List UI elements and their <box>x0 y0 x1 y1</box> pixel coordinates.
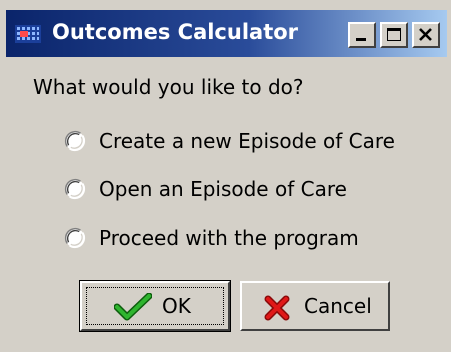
cancel-button-label: Cancel <box>304 294 372 318</box>
ok-button-label: OK <box>162 294 191 318</box>
focus-indicator <box>86 287 224 325</box>
maximize-button[interactable] <box>380 22 408 48</box>
ok-button[interactable]: OK <box>79 280 231 332</box>
minimize-icon <box>356 38 366 41</box>
close-button[interactable] <box>412 22 440 48</box>
option-label: Proceed with the program <box>99 226 359 250</box>
close-icon <box>419 28 432 41</box>
outcomes-calculator-window: Outcomes Calculator What would you like … <box>0 0 451 352</box>
radio-button-icon <box>64 227 86 249</box>
dialog-prompt: What would you like to do? <box>33 75 304 99</box>
radio-button-icon <box>64 178 86 200</box>
option-label: Open an Episode of Care <box>99 177 347 201</box>
window-title: Outcomes Calculator <box>52 20 299 44</box>
option-label: Create a new Episode of Care <box>99 129 395 153</box>
maximize-icon <box>387 28 401 41</box>
radio-button-icon <box>64 130 86 152</box>
grid-app-icon <box>15 25 41 43</box>
minimize-button[interactable] <box>348 22 376 48</box>
red-x-icon <box>264 295 290 321</box>
green-checkmark-icon <box>114 293 152 321</box>
cancel-button[interactable]: Cancel <box>240 281 390 331</box>
